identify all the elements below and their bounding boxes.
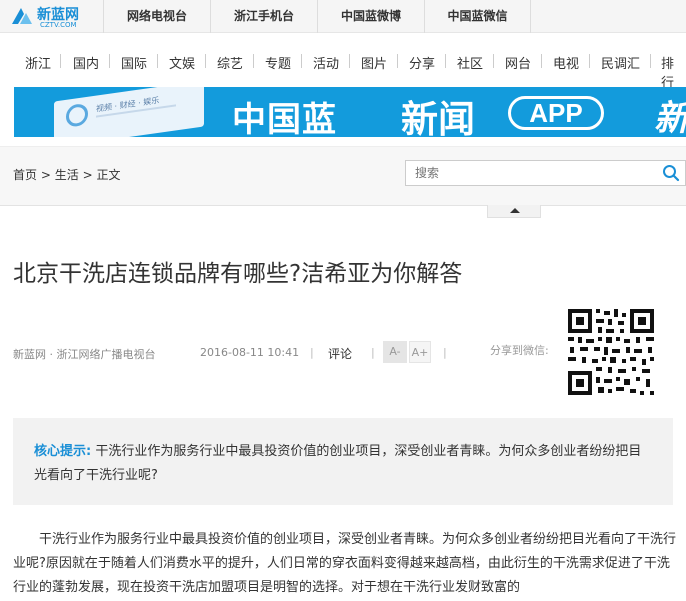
meta-divider: |: [443, 346, 447, 359]
breadcrumb-current: 正文: [96, 168, 121, 182]
summary-text: 干洗行业作为服务行业中最具投资价值的创业项目，深受创业者青睐。为何众多创业者纷纷…: [34, 444, 642, 483]
article-summary: 核心提示: 干洗行业作为服务行业中最具投资价值的创业项目，深受创业者青睐。为何众…: [13, 418, 673, 505]
top-link-mobile[interactable]: 浙江手机台: [210, 0, 317, 33]
search-icon[interactable]: [662, 164, 680, 182]
nav-item-ranking[interactable]: 排行: [661, 53, 686, 91]
nav-item-share[interactable]: 分享: [409, 53, 435, 72]
logo-icon: [12, 8, 32, 24]
search-box: [405, 160, 686, 186]
nav-item-polls[interactable]: 民调汇: [601, 53, 640, 72]
share-wechat-label: 分享到微信:: [490, 344, 549, 357]
summary-label: 核心提示:: [34, 444, 92, 459]
banner-news: 新闻: [401, 98, 475, 137]
app-promo-banner[interactable]: 视频 · 财经 · 娱乐 中国蓝 新闻 APP 新: [14, 87, 686, 137]
article-meta: 新蓝网 · 浙江网络广播电视台 2016-08-11 10:41 | 评论 | …: [13, 341, 447, 363]
phone-mockup: 视频 · 财经 · 娱乐: [54, 87, 204, 137]
search-input[interactable]: [406, 161, 646, 185]
breadcrumb-sep: >: [82, 168, 93, 182]
app-logo-icon: [66, 102, 88, 128]
chevron-up-icon: [510, 208, 520, 213]
nav-item-culture[interactable]: 文娱: [169, 53, 195, 72]
top-link-weixin[interactable]: 中国蓝微信: [424, 0, 531, 33]
breadcrumb-category[interactable]: 生活: [55, 168, 79, 182]
top-link-weibo[interactable]: 中国蓝微博: [317, 0, 424, 33]
banner-trailing-text: 新: [654, 99, 686, 137]
article-body: 干洗行业作为服务行业中最具投资价值的创业项目，深受创业者青睐。为何众多创业者纷纷…: [13, 532, 677, 595]
font-increase-button[interactable]: A+: [409, 341, 431, 363]
main-nav: 浙江 国内 国际 文娱 综艺 专题 活动 图片 分享 社区 网台 电视 民调汇 …: [0, 44, 686, 91]
article-title: 北京干洗店连锁品牌有哪些?洁希亚为你解答: [13, 261, 463, 287]
nav-item-photos[interactable]: 图片: [361, 53, 387, 72]
banner-brand: 中国蓝: [232, 100, 337, 137]
breadcrumb-home[interactable]: 首页: [13, 168, 37, 182]
comment-link[interactable]: 评论: [328, 345, 352, 362]
nav-item-tv[interactable]: 电视: [553, 53, 579, 72]
nav-item-domestic[interactable]: 国内: [73, 53, 99, 72]
top-links: 网络电视台 浙江手机台 中国蓝微博 中国蓝微信: [103, 0, 531, 33]
logo-sub: CZTV.COM: [40, 21, 77, 29]
breadcrumb-bar: 首页 > 生活 > 正文: [0, 146, 686, 206]
nav-item-topics[interactable]: 专题: [265, 53, 291, 72]
nav-item-zhejiang[interactable]: 浙江: [25, 53, 51, 72]
nav-item-variety[interactable]: 综艺: [217, 53, 243, 72]
meta-divider: |: [371, 346, 375, 359]
article-date: 2016-08-11 10:41: [200, 346, 300, 359]
site-logo[interactable]: 新蓝网 CZTV.COM: [10, 4, 102, 30]
nav-item-community[interactable]: 社区: [457, 53, 483, 72]
font-decrease-button[interactable]: A-: [383, 341, 407, 363]
wechat-qr-code[interactable]: [566, 307, 656, 397]
nav-item-international[interactable]: 国际: [121, 53, 147, 72]
breadcrumb: 首页 > 生活 > 正文: [13, 166, 120, 183]
banner-app-badge: APP: [508, 96, 604, 130]
collapse-toggle[interactable]: [487, 205, 541, 218]
article-source: 新蓝网 · 浙江网络广播电视台: [13, 348, 156, 361]
breadcrumb-sep: >: [40, 168, 51, 182]
nav-item-events[interactable]: 活动: [313, 53, 339, 72]
nav-item-webtv[interactable]: 网台: [505, 53, 531, 72]
top-bar: 新蓝网 CZTV.COM 网络电视台 浙江手机台 中国蓝微博 中国蓝微信: [0, 0, 686, 33]
top-link-tv[interactable]: 网络电视台: [103, 0, 210, 33]
meta-divider: |: [310, 346, 314, 359]
